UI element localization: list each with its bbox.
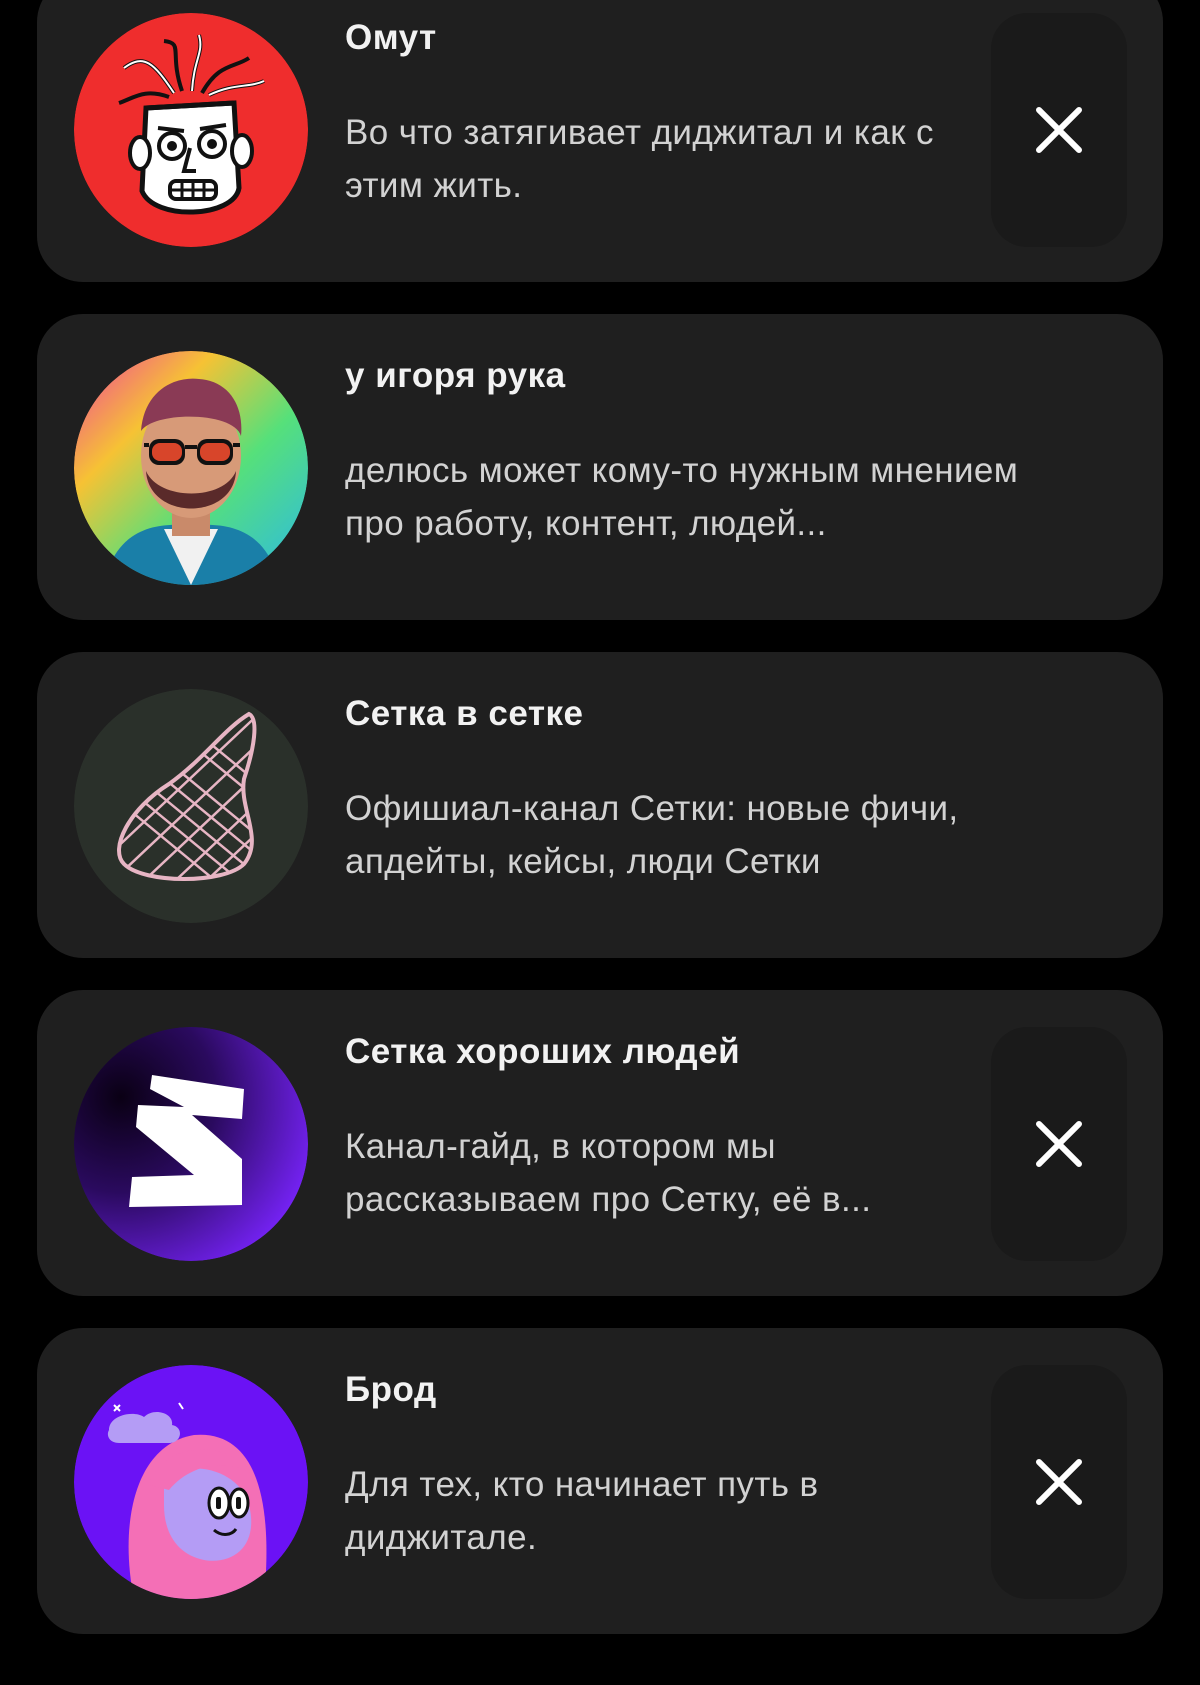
channel-description: Во что затягивает диджитал и как с этим … bbox=[345, 113, 934, 205]
close-icon bbox=[1036, 1459, 1082, 1505]
channel-title: Сетка в сетке bbox=[345, 694, 584, 733]
string-bag-avatar-icon bbox=[74, 689, 308, 923]
channel-card-omut[interactable]: Омут Во что затягивает диджитал и как с … bbox=[37, 0, 1163, 282]
channel-text: у игоря рука делюсь может кому-то нужным… bbox=[345, 354, 1065, 550]
omut-avatar-icon bbox=[74, 13, 308, 247]
channel-text: Омут Во что затягивает диджитал и как с … bbox=[345, 16, 975, 212]
channel-description: Офишиал-канал Сетки: новые фичи, апдейты… bbox=[345, 789, 959, 881]
channel-card-setka-v-setke[interactable]: Сетка в сетке Офишиал-канал Сетки: новые… bbox=[37, 652, 1163, 958]
channel-title: Сетка хороших людей bbox=[345, 1032, 741, 1071]
channel-title: у игоря рука bbox=[345, 356, 566, 395]
channel-text: Брод Для тех, кто начинает путь в диджит… bbox=[345, 1368, 975, 1564]
setka-logo-avatar-icon bbox=[74, 1027, 308, 1261]
dismiss-button[interactable] bbox=[991, 13, 1127, 247]
channel-text: Сетка хороших людей Канал-гайд, в которо… bbox=[345, 1030, 975, 1226]
close-icon bbox=[1036, 1121, 1082, 1167]
igor-avatar-icon bbox=[74, 351, 308, 585]
channel-card-igor[interactable]: у игоря рука делюсь может кому-то нужным… bbox=[37, 314, 1163, 620]
channel-text: Сетка в сетке Офишиал-канал Сетки: новые… bbox=[345, 692, 1065, 888]
channel-card-brod[interactable]: Брод Для тех, кто начинает путь в диджит… bbox=[37, 1328, 1163, 1634]
channel-description: Для тех, кто начинает путь в диджитале. bbox=[345, 1465, 819, 1557]
channel-description: Канал-гайд, в котором мы рассказываем пр… bbox=[345, 1127, 872, 1219]
channel-card-setka-khoroshikh-lyudey[interactable]: Сетка хороших людей Канал-гайд, в которо… bbox=[37, 990, 1163, 1296]
channel-title: Брод bbox=[345, 1370, 437, 1409]
channel-description: делюсь может кому-то нужным мнением про … bbox=[345, 451, 1019, 543]
close-icon bbox=[1036, 107, 1082, 153]
brod-avatar-icon bbox=[74, 1365, 308, 1599]
channel-title: Омут bbox=[345, 18, 437, 57]
dismiss-button[interactable] bbox=[991, 1365, 1127, 1599]
dismiss-button[interactable] bbox=[991, 1027, 1127, 1261]
